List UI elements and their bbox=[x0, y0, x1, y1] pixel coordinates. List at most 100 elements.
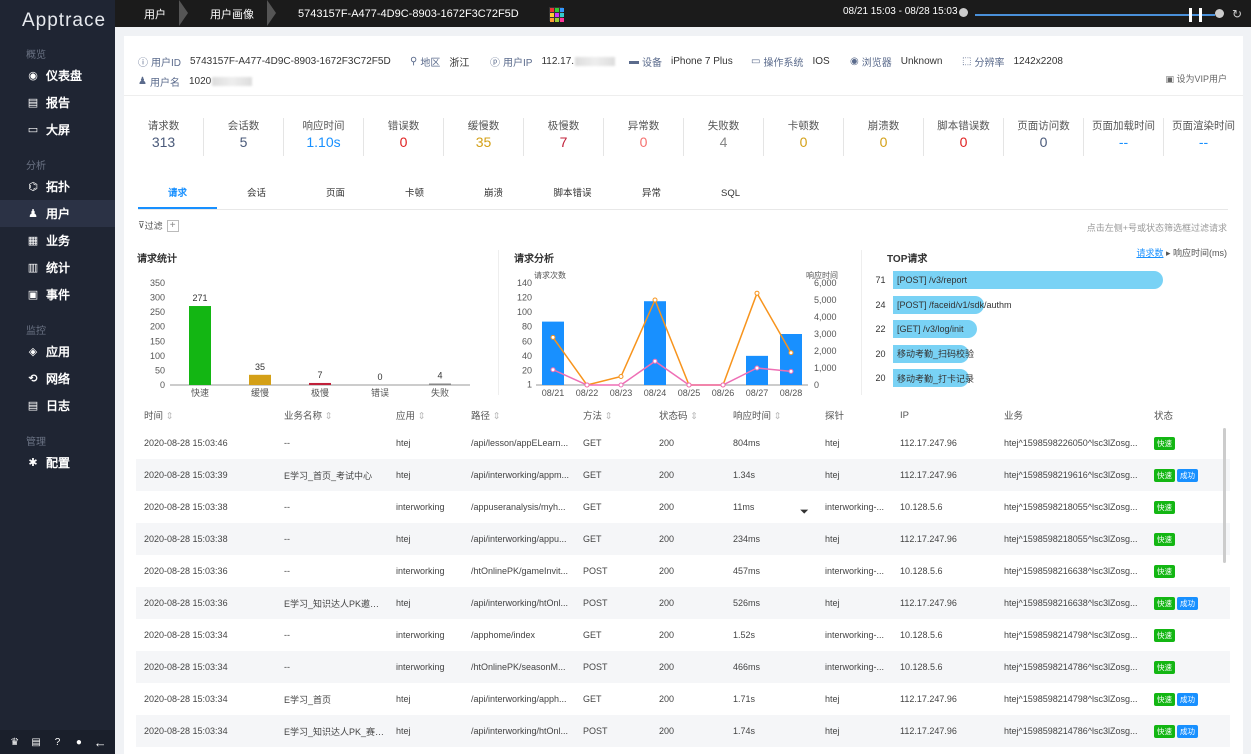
column-header[interactable]: 方法 ⇕ bbox=[575, 408, 651, 422]
tab-4[interactable]: 崩溃 bbox=[454, 184, 533, 209]
refresh-icon[interactable]: ↻ bbox=[1232, 7, 1242, 21]
point[interactable] bbox=[686, 382, 692, 388]
sidebar-item-stats[interactable]: ▥ 统计 bbox=[0, 254, 115, 281]
sidebar-item-log[interactable]: ▤ 日志 bbox=[0, 392, 115, 419]
table-row[interactable]: 2020-08-28 15:03:46 -- htej/api/lesson/app… bbox=[136, 427, 1230, 459]
tab-1[interactable]: 会话 bbox=[217, 184, 296, 209]
stat-item[interactable]: 缓慢数 35 bbox=[444, 118, 524, 156]
sidebar-item-network[interactable]: ⟲ 网络 bbox=[0, 365, 115, 392]
column-header[interactable]: 业务 bbox=[996, 408, 1146, 422]
scrollbar[interactable] bbox=[1223, 428, 1226, 563]
bar[interactable] bbox=[542, 321, 564, 385]
sort-icon[interactable]: ⇕ bbox=[688, 411, 698, 422]
message-icon[interactable]: ▤ bbox=[29, 735, 43, 749]
collapse-icon[interactable]: ← bbox=[93, 735, 107, 750]
sort-by-time[interactable]: 响应时间(ms) bbox=[1173, 248, 1227, 258]
table-row[interactable]: 2020-08-28 15:03:34 E学习_知识达人PK_赛季首 htej/ap… bbox=[136, 715, 1230, 747]
sort-icon[interactable]: ⇕ bbox=[490, 411, 501, 422]
tab-5[interactable]: 脚本错误 bbox=[533, 184, 612, 209]
tab-3[interactable]: 卡顿 bbox=[375, 184, 454, 209]
sort-icon[interactable]: ⇕ bbox=[771, 411, 782, 422]
stat-item[interactable]: 卡顿数 0 bbox=[764, 118, 844, 156]
crown-icon[interactable]: ♛ bbox=[8, 735, 22, 749]
bar[interactable] bbox=[309, 382, 331, 385]
column-header[interactable]: 响应时间 ⇕ bbox=[725, 408, 817, 422]
sidebar-item-user[interactable]: ♟ 用户 bbox=[0, 200, 115, 227]
grid-icon[interactable] bbox=[548, 6, 564, 22]
sort-icon[interactable]: ⇕ bbox=[163, 411, 174, 422]
table-row[interactable]: 2020-08-28 15:03:36 E学习_知识达人PK邀请好友 htej/ap… bbox=[136, 587, 1230, 619]
stat-item[interactable]: 响应时间 1.10s bbox=[284, 118, 364, 156]
stat-item[interactable]: 页面渲染时间 -- bbox=[1164, 118, 1243, 156]
sidebar-item-briefcase[interactable]: ▦ 业务 bbox=[0, 227, 115, 254]
top-request-item[interactable]: 20 移动考勤_扫码校验 bbox=[868, 344, 1228, 364]
set-vip-button[interactable]: ▣ 设为VIP用户 bbox=[1165, 72, 1227, 85]
point[interactable] bbox=[754, 290, 760, 296]
filter-button[interactable]: ⊽ 过滤 + bbox=[138, 219, 179, 232]
table-row[interactable]: 2020-08-28 15:03:34 -- interworking/htOnli… bbox=[136, 651, 1230, 683]
column-header[interactable]: IP bbox=[892, 410, 996, 421]
point[interactable] bbox=[788, 350, 794, 356]
bar[interactable] bbox=[429, 383, 451, 386]
stat-item[interactable]: 失败数 4 bbox=[684, 118, 764, 156]
sidebar-item-app[interactable]: ◈ 应用 bbox=[0, 338, 115, 365]
slider-knob[interactable] bbox=[1215, 9, 1224, 18]
column-header[interactable]: 时间 ⇕ bbox=[136, 408, 276, 422]
table-row[interactable]: 2020-08-28 15:03:34 -- interworking/apphom… bbox=[136, 619, 1230, 651]
top-request-item[interactable]: 22 [GET] /v3/log/init bbox=[868, 319, 1228, 339]
point[interactable] bbox=[584, 382, 590, 388]
top-request-item[interactable]: 24 [POST] /faceid/v1/sdk/authm bbox=[868, 295, 1228, 315]
sidebar-item-monitor[interactable]: ▭ 大屏 bbox=[0, 116, 115, 143]
slider-handle-left[interactable] bbox=[1189, 8, 1192, 22]
point[interactable] bbox=[788, 368, 794, 374]
column-header[interactable]: 探针 bbox=[817, 408, 892, 422]
stat-item[interactable]: 崩溃数 0 bbox=[844, 118, 924, 156]
time-range-label[interactable]: 08/21 15:03 - 08/28 15:03 bbox=[843, 6, 958, 17]
sidebar-item-report[interactable]: ▤ 报告 bbox=[0, 89, 115, 116]
stat-item[interactable]: 页面加载时间 -- bbox=[1084, 118, 1164, 156]
stat-item[interactable]: 异常数 0 bbox=[604, 118, 684, 156]
point[interactable] bbox=[720, 382, 726, 388]
stat-item[interactable]: 页面访问数 0 bbox=[1004, 118, 1084, 156]
point[interactable] bbox=[618, 382, 624, 388]
bar[interactable] bbox=[644, 301, 666, 385]
column-header[interactable]: 状态码 ⇕ bbox=[651, 408, 725, 422]
stat-item[interactable]: 错误数 0 bbox=[364, 118, 444, 156]
table-row[interactable]: 2020-08-28 15:03:38 -- htej/api/interworki… bbox=[136, 523, 1230, 555]
point[interactable] bbox=[754, 365, 760, 371]
sidebar-item-gear[interactable]: ✱ 配置 bbox=[0, 449, 115, 476]
table-row[interactable]: 2020-08-28 15:03:38 -- interworking/appuse… bbox=[136, 491, 1230, 523]
time-slider[interactable] bbox=[975, 8, 1215, 22]
sidebar-item-dashboard[interactable]: ◉ 仪表盘 bbox=[0, 62, 115, 89]
bar[interactable] bbox=[189, 306, 211, 385]
bar[interactable] bbox=[780, 334, 802, 385]
breadcrumb-profile[interactable]: 用户画像 bbox=[180, 0, 276, 27]
breadcrumb-user[interactable]: 用户 bbox=[115, 0, 188, 27]
point[interactable] bbox=[550, 334, 556, 340]
stat-item[interactable]: 会话数 5 bbox=[204, 118, 284, 156]
sidebar-item-topology[interactable]: ⌬ 拓扑 bbox=[0, 173, 115, 200]
sidebar-item-event[interactable]: ▣ 事件 bbox=[0, 281, 115, 308]
table-row[interactable]: 2020-08-28 15:03:36 -- interworking/htOnli… bbox=[136, 555, 1230, 587]
tab-2[interactable]: 页面 bbox=[296, 184, 375, 209]
point[interactable] bbox=[652, 297, 658, 303]
column-header[interactable]: 状态 bbox=[1146, 408, 1210, 422]
tab-7[interactable]: SQL bbox=[691, 184, 770, 209]
sort-icon[interactable]: ⇕ bbox=[415, 411, 426, 422]
tab-6[interactable]: 异常 bbox=[612, 184, 691, 209]
stat-item[interactable]: 请求数 313 bbox=[124, 118, 204, 156]
column-header[interactable]: 业务名称 ⇕ bbox=[276, 408, 388, 422]
slider-handle-right[interactable] bbox=[1199, 8, 1202, 22]
account-icon[interactable]: ● bbox=[72, 735, 86, 749]
help-icon[interactable]: ? bbox=[50, 735, 64, 749]
point[interactable] bbox=[652, 358, 658, 364]
top-request-item[interactable]: 71 [POST] /v3/report bbox=[868, 270, 1228, 290]
table-row[interactable]: 2020-08-28 15:03:34 E学习_首页 htej/api/interw… bbox=[136, 683, 1230, 715]
stat-item[interactable]: 脚本错误数 0 bbox=[924, 118, 1004, 156]
stat-item[interactable]: 极慢数 7 bbox=[524, 118, 604, 156]
sort-icon[interactable]: ⇕ bbox=[322, 411, 333, 422]
point[interactable] bbox=[550, 367, 556, 373]
tab-0[interactable]: 请求 bbox=[138, 184, 217, 209]
add-filter-button[interactable]: + bbox=[166, 219, 179, 232]
table-row[interactable]: 2020-08-28 15:03:39 E学习_首页_考试中心 htej/api/i… bbox=[136, 459, 1230, 491]
